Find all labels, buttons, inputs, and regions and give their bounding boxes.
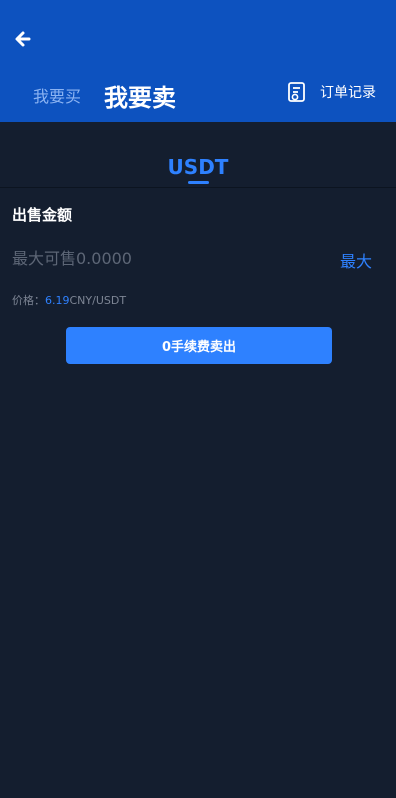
header-bar: 我要买 我要卖 订单记录 bbox=[0, 0, 396, 122]
sell-amount-input[interactable] bbox=[12, 246, 312, 270]
max-button[interactable]: 最大 bbox=[340, 248, 372, 272]
price-info: 价格：6.19CNY/USDT bbox=[12, 292, 126, 308]
tab-active-indicator bbox=[188, 181, 209, 184]
price-unit: CNY/USDT bbox=[69, 294, 127, 307]
tab-sell[interactable]: 我要卖 bbox=[104, 78, 176, 113]
order-records-label: 订单记录 bbox=[320, 85, 376, 101]
tab-buy[interactable]: 我要买 bbox=[33, 83, 81, 107]
tab-usdt[interactable]: USDT bbox=[0, 155, 396, 179]
coin-tabs: USDT bbox=[0, 122, 396, 188]
arrow-left-icon[interactable] bbox=[12, 28, 34, 50]
receipt-icon bbox=[288, 82, 305, 102]
order-records-button[interactable]: 订单记录 bbox=[286, 80, 376, 104]
price-value: 6.19 bbox=[45, 294, 70, 307]
sell-submit-button[interactable]: 0手续费卖出 bbox=[66, 327, 332, 364]
price-label: 价格： bbox=[12, 294, 45, 307]
sell-amount-title: 出售金额 bbox=[12, 206, 73, 224]
